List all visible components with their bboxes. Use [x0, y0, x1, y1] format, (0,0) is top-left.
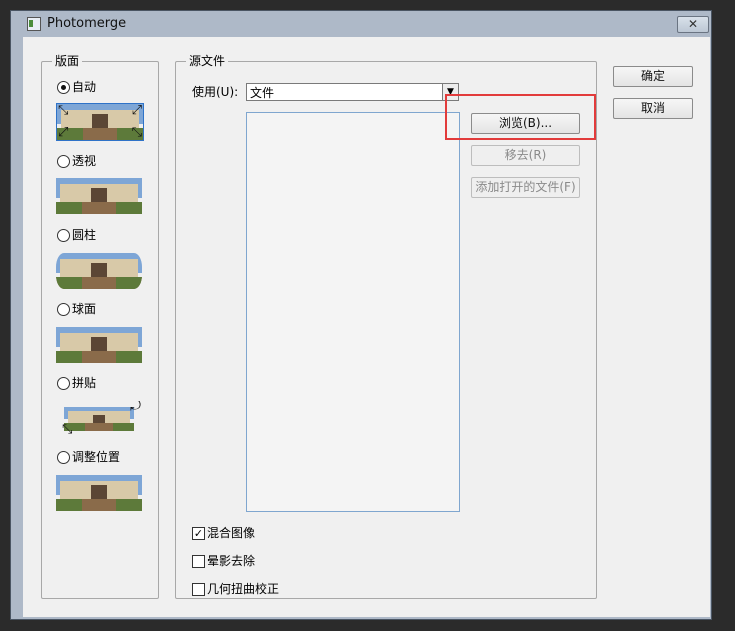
checkbox-icon[interactable] [192, 555, 205, 568]
window-title: Photomerge [47, 16, 127, 31]
radio-icon[interactable] [57, 155, 70, 168]
layout-option-reposition[interactable]: 调整位置 [57, 449, 120, 465]
cancel-button[interactable]: 取消 [613, 98, 693, 119]
use-dropdown[interactable]: 文件 ▼ [246, 83, 459, 101]
auto-layout-icon[interactable]: ⤡ ⤢ ⤢ ⤡ [56, 103, 144, 141]
vignette-removal-checkbox[interactable]: 晕影去除 [192, 553, 255, 569]
radio-icon[interactable] [57, 451, 70, 464]
layout-option-label: 调整位置 [72, 450, 121, 464]
cylindrical-layout-icon[interactable] [56, 253, 142, 289]
resize-arrow-icon: ⤡ [62, 422, 73, 437]
layout-option-label: 圆柱 [72, 228, 97, 242]
radio-selected-icon[interactable] [57, 81, 70, 94]
rotate-arrow-icon: ⤾ [130, 401, 141, 414]
layout-option-label: 拼贴 [72, 376, 97, 390]
geometric-distortion-checkbox[interactable]: 几何扭曲校正 [192, 581, 279, 597]
layout-option-auto[interactable]: 自动 [57, 79, 96, 95]
add-open-files-button[interactable]: 添加打开的文件(F) [471, 177, 580, 198]
resize-arrow-icon: ⤢ [131, 103, 142, 118]
source-files-legend: 源文件 [189, 54, 226, 68]
annotation-highlight-box [445, 94, 596, 140]
checkbox-label: 晕影去除 [207, 554, 256, 568]
resize-arrow-icon: ⤡ [58, 103, 69, 118]
ok-button[interactable]: 确定 [613, 66, 693, 87]
reposition-layout-icon[interactable] [56, 475, 142, 511]
dialog-body: 版面 自动 ⤡ ⤢ ⤢ ⤡ 透视 圆柱 球面 拼贴 ⤾ ⤡ 调整位置 源文件 使… [23, 37, 710, 617]
layout-option-cylindrical[interactable]: 圆柱 [57, 227, 96, 243]
checkbox-label: 几何扭曲校正 [207, 582, 280, 596]
use-label: 使用(U): [192, 85, 239, 99]
layout-option-collage[interactable]: 拼贴 [57, 375, 96, 391]
layout-option-label: 透视 [72, 154, 97, 168]
layout-option-label: 自动 [72, 80, 97, 94]
resize-arrow-icon: ⤢ [58, 125, 69, 140]
resize-arrow-icon: ⤡ [131, 125, 142, 140]
close-button[interactable]: ✕ [677, 16, 709, 33]
blend-images-checkbox[interactable]: ✓ 混合图像 [192, 525, 255, 541]
close-icon: ✕ [687, 17, 699, 31]
checkbox-label: 混合图像 [207, 526, 256, 540]
use-dropdown-value: 文件 [250, 86, 275, 100]
photoshop-app-icon [27, 17, 41, 31]
radio-icon[interactable] [57, 229, 70, 242]
radio-icon[interactable] [57, 303, 70, 316]
layout-option-label: 球面 [72, 302, 97, 316]
title-bar[interactable]: Photomerge ✕ [11, 11, 711, 37]
source-file-list[interactable] [246, 112, 460, 512]
remove-button[interactable]: 移去(R) [471, 145, 580, 166]
radio-icon[interactable] [57, 377, 70, 390]
checkbox-icon[interactable] [192, 583, 205, 596]
checkmark-icon[interactable]: ✓ [192, 527, 205, 540]
photomerge-dialog: Photomerge ✕ 版面 自动 ⤡ ⤢ ⤢ ⤡ 透视 圆柱 球面 拼贴 ⤾… [10, 10, 712, 620]
perspective-layout-icon[interactable] [56, 178, 142, 214]
collage-layout-icon[interactable]: ⤾ ⤡ [56, 401, 142, 437]
layout-group: 版面 自动 ⤡ ⤢ ⤢ ⤡ 透视 圆柱 球面 拼贴 ⤾ ⤡ 调整位置 [41, 55, 159, 599]
spherical-layout-icon[interactable] [56, 327, 142, 363]
layout-group-legend: 版面 [55, 54, 80, 68]
layout-option-perspective[interactable]: 透视 [57, 153, 96, 169]
layout-option-spherical[interactable]: 球面 [57, 301, 96, 317]
